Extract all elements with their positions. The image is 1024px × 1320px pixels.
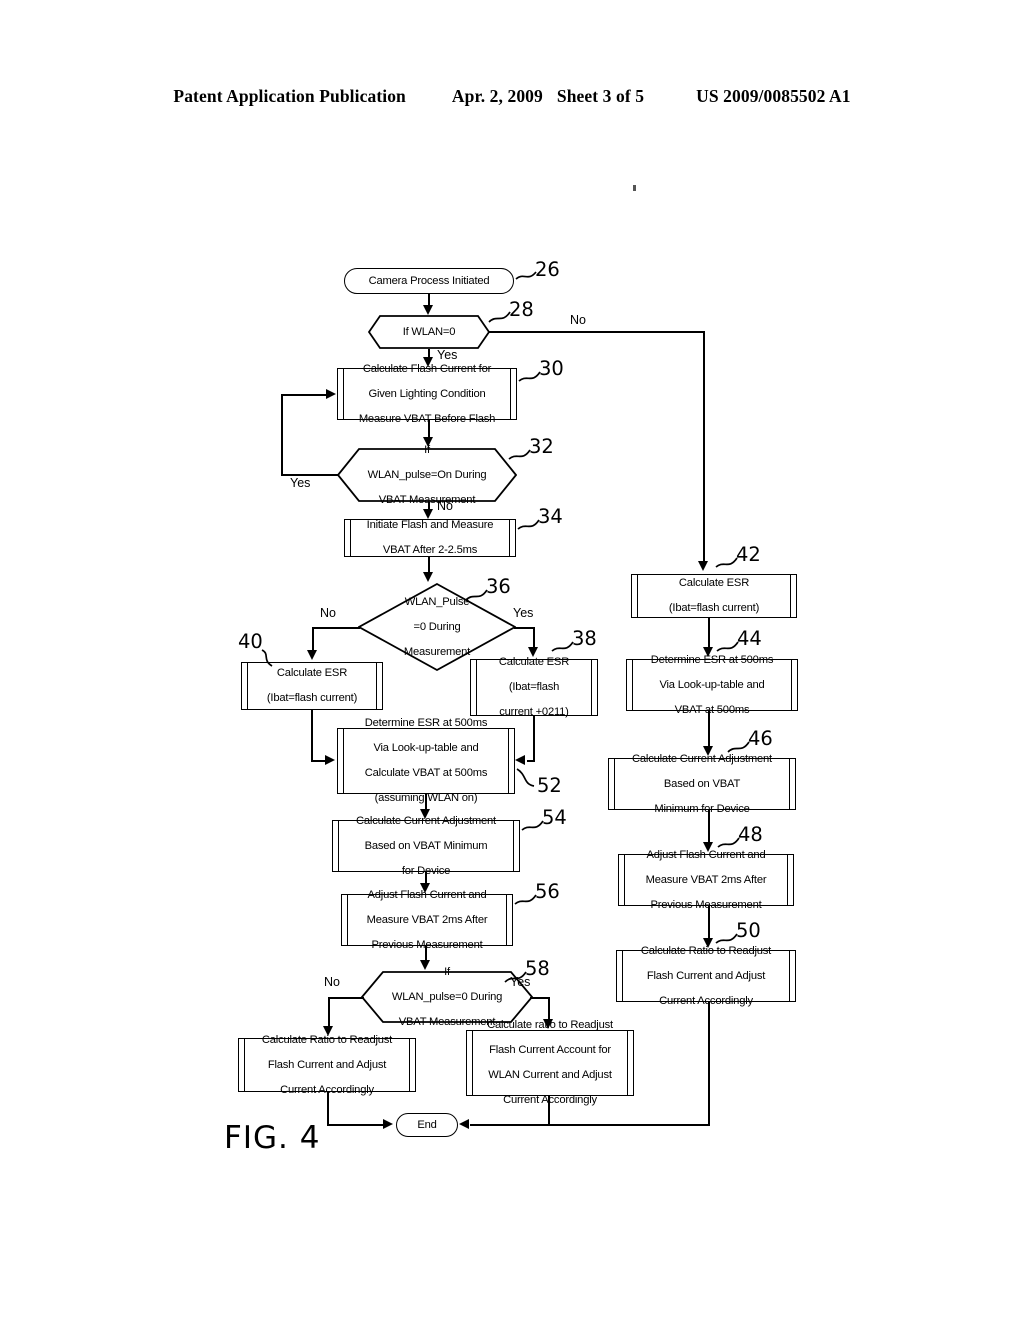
node-50-text: Calculate Ratio to Readjust Flash Current… [640, 944, 772, 1007]
ref-numeral-56: 56 [535, 880, 560, 903]
node-30-text: Calculate Flash Current for Given Lightin… [358, 362, 496, 425]
node-calculate-esr-38: Calculate ESR (Ibat=flash current +0211) [470, 656, 598, 719]
node-calculate-ratio-readjust-left: Calculate Ratio to Readjust Flash Current… [238, 1034, 416, 1096]
node-42-text: Calculate ESR (Ibat=flash current) [668, 577, 760, 615]
node-calculate-current-adjustment-54: Calculate Current Adjustment Based on VBA… [332, 815, 520, 877]
ref-numeral-38: 38 [572, 627, 597, 650]
node-adjust-flash-current-56: Adjust Flash Current and Measure VBAT 2ms… [341, 889, 513, 951]
node-calculate-current-adjustment-46: Calculate Current Adjustment Based on VBA… [608, 753, 796, 815]
node-calculate-esr-40: Calculate ESR (Ibat=flash current) [241, 662, 383, 710]
node-calculate-esr-42: Calculate ESR (Ibat=flash current) [631, 574, 797, 618]
ref-numeral-52: 52 [537, 774, 562, 797]
ref-numeral-26: 26 [535, 258, 560, 281]
node-62-text: Calculate ratio to Readjust Flash Current… [487, 1018, 613, 1107]
node-44-text: Determine ESR at 500ms Via Look-up-table … [650, 653, 774, 716]
patent-page: Patent Application Publication Apr. 2, 2… [0, 0, 1024, 1320]
ref-numeral-32: 32 [529, 435, 554, 458]
node-determine-esr-52: Determine ESR at 500ms Via Look-up-table … [337, 717, 515, 804]
ref-numeral-30: 30 [539, 357, 564, 380]
node-36-text: WLAN_Pulse =0 During Measurement [403, 595, 471, 658]
node-calculate-ratio-wlan-current: Calculate ratio to Readjust Flash Current… [466, 1019, 634, 1106]
ref-numeral-48: 48 [738, 823, 763, 846]
node-initiate-flash-measure: Initiate Flash and Measure VBAT After 2-2… [344, 519, 516, 557]
ref-numeral-44: 44 [737, 627, 762, 650]
node-46-text: Calculate Current Adjustment Based on VBA… [632, 752, 772, 815]
node-54-text: Calculate Current Adjustment Based on VBA… [356, 814, 496, 877]
node-60-text: Calculate Ratio to Readjust Flash Current… [261, 1033, 393, 1096]
node-adjust-flash-current-48: Adjust Flash Current and Measure VBAT 2ms… [618, 849, 794, 911]
node-56-text: Adjust Flash Current and Measure VBAT 2ms… [366, 888, 488, 951]
ref-numeral-34: 34 [538, 505, 563, 528]
node-28-text: If WLAN=0 [402, 325, 456, 338]
node-if-wlan-pulse-zero-58: If WLAN_pulse=0 During VBAT Measurement [361, 966, 533, 1028]
node-38-text: Calculate ESR (Ibat=flash current +0211) [498, 656, 570, 719]
ref-numeral-40: 40 [238, 630, 263, 653]
node-48-text: Adjust Flash Current and Measure VBAT 2ms… [645, 848, 767, 911]
ref-numeral-42: 42 [736, 543, 761, 566]
node-calculate-flash-current: Calculate Flash Current for Given Lightin… [337, 363, 517, 425]
node-calculate-ratio-50: Calculate Ratio to Readjust Flash Current… [616, 945, 796, 1007]
node-if-wlan-pulse-on: If WLAN_pulse=On During VBAT Measurement [337, 444, 517, 506]
node-34-text: Initiate Flash and Measure VBAT After 2-2… [366, 519, 494, 557]
ref-numeral-54: 54 [542, 806, 567, 829]
ref-numeral-50: 50 [736, 919, 761, 942]
ref-numeral-28: 28 [509, 298, 534, 321]
node-52-text: Determine ESR at 500ms Via Look-up-table … [364, 716, 488, 805]
node-determine-esr-44: Determine ESR at 500ms Via Look-up-table … [626, 654, 798, 716]
node-40-text: Calculate ESR (Ibat=flash current) [266, 667, 358, 705]
ref-numeral-46: 46 [748, 727, 773, 750]
node-32-text: If WLAN_pulse=On During VBAT Measurement [367, 443, 487, 506]
